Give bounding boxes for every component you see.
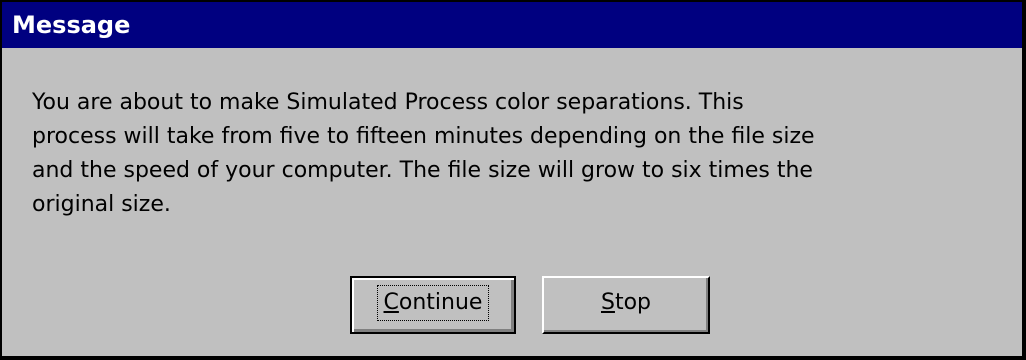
stop-button-mnemonic: S [600,290,615,315]
continue-button-focus-label: Continue [376,285,490,321]
continue-button-mnemonic: C [383,290,399,315]
stop-button-label: top [614,290,652,315]
message-text: You are about to make Simulated Process … [32,90,815,217]
stop-button[interactable]: Stop [542,276,710,334]
dialog-title: Message [12,11,131,39]
dialog-title-bar[interactable]: Message [2,2,1022,48]
continue-button[interactable]: Continue [350,276,516,334]
stop-button-label-wrap: Stop [601,286,651,320]
continue-button-label: ontinue [398,290,483,315]
message-dialog: Message You are about to make Simulated … [0,0,1026,360]
